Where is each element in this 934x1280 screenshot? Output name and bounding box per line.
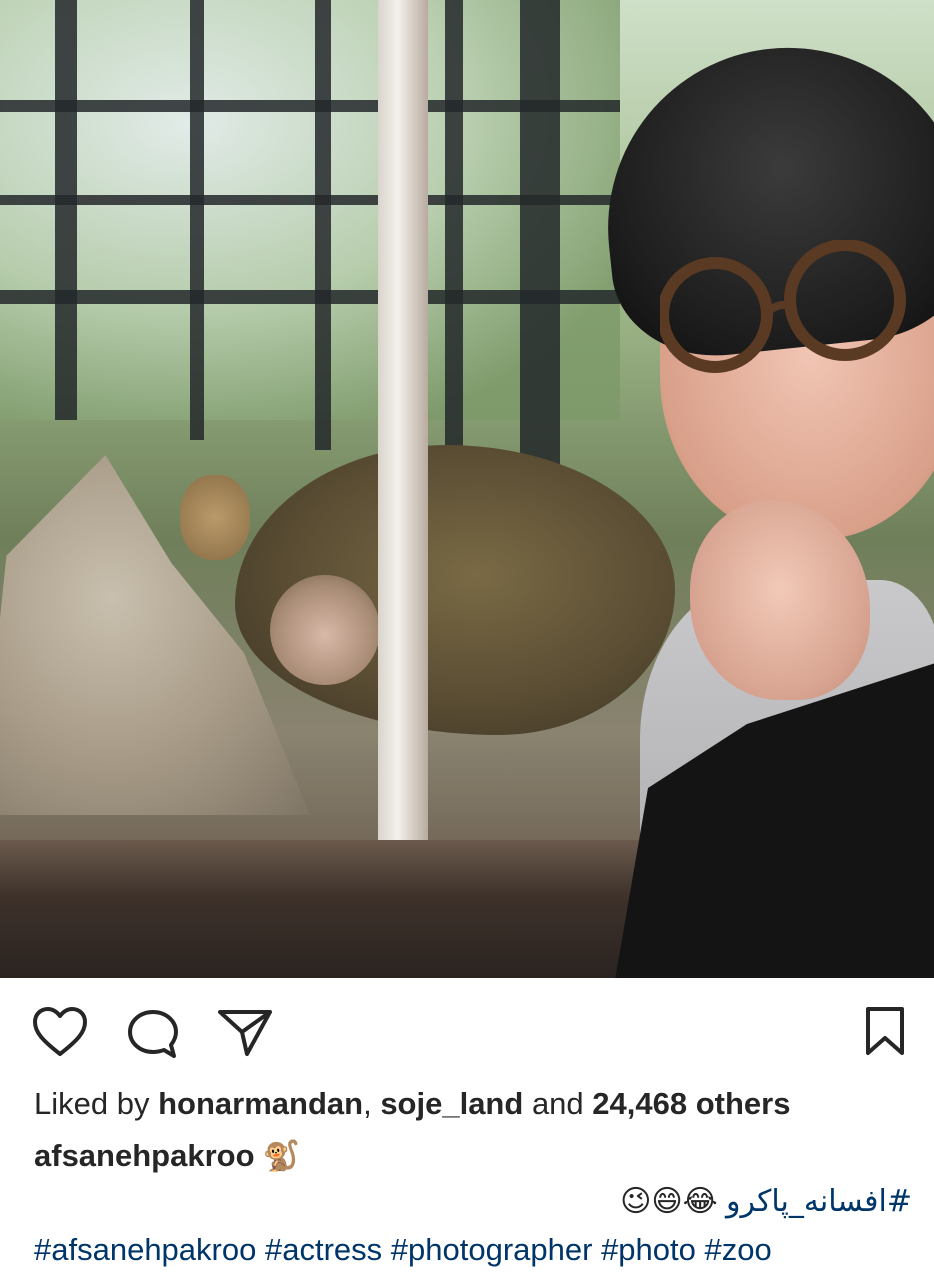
hashtag-link[interactable]: #zoo	[705, 1232, 772, 1267]
persian-hashtag[interactable]: #افسانه_پاکرو	[726, 1184, 912, 1219]
bookmark-icon[interactable]	[864, 1006, 906, 1056]
post-photo[interactable]	[0, 0, 934, 978]
liked-by-label: Liked by	[34, 1086, 150, 1121]
enclosure-bar	[445, 0, 463, 470]
enclosure-bar	[190, 0, 204, 440]
hashtag-link[interactable]: #actress	[265, 1232, 382, 1267]
enclosure-bar	[0, 100, 620, 112]
caption-header: afsanehpakroo 🐒	[34, 1138, 300, 1174]
liker-username[interactable]: soje_land	[380, 1086, 523, 1121]
enclosure-bar	[55, 0, 77, 420]
hashtag-link[interactable]: #photo	[601, 1232, 696, 1267]
liker-separator: ,	[363, 1086, 372, 1121]
paper-plane-icon[interactable]	[217, 1008, 273, 1058]
hashtag-link[interactable]: #afsanehpakroo	[34, 1232, 256, 1267]
monkey-emoji: 🐒	[262, 1140, 300, 1173]
likes-others-count[interactable]: 24,468 others	[592, 1086, 790, 1121]
monkey-face	[270, 575, 380, 685]
window-post	[378, 0, 428, 860]
glasses	[660, 240, 906, 373]
caption-emojis: 😂😄😉	[620, 1185, 718, 1218]
comment-icon[interactable]	[126, 1008, 180, 1060]
enclosure-bar	[315, 0, 331, 450]
heart-icon[interactable]	[32, 1006, 88, 1058]
liker-username[interactable]: honarmandan	[158, 1086, 363, 1121]
action-bar	[0, 978, 934, 1088]
enclosure-bar	[0, 195, 620, 205]
caption-hashtags: #afsanehpakroo #actress #photographer #p…	[34, 1232, 772, 1268]
background-monkey	[180, 475, 250, 560]
caption-username[interactable]: afsanehpakroo	[34, 1138, 255, 1173]
enclosure-bar	[0, 290, 620, 304]
hashtag-link[interactable]: #photographer	[391, 1232, 593, 1267]
caption-persian-line: #افسانه_پاکرو 😂😄😉	[616, 1184, 912, 1219]
likes-conjunction: and	[531, 1086, 584, 1121]
likes-summary: Liked by honarmandan, soje_land and 24,4…	[34, 1086, 790, 1122]
enclosure-bar	[520, 0, 560, 470]
